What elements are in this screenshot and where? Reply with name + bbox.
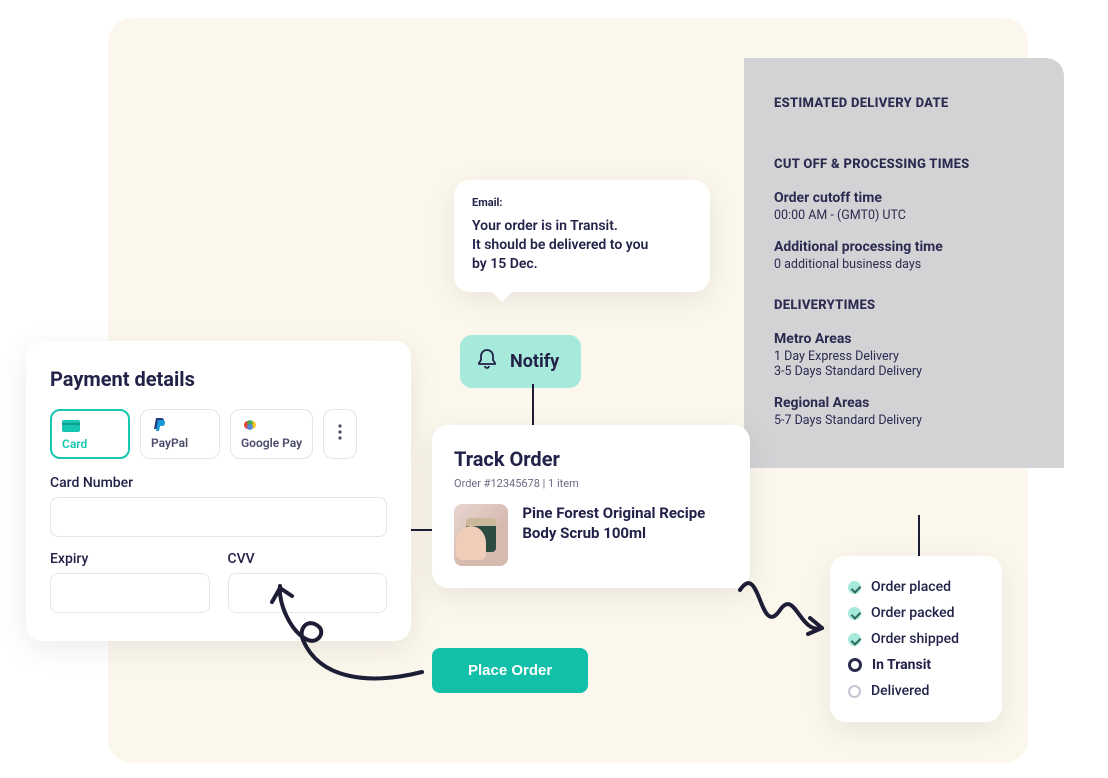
expiry-input[interactable] xyxy=(50,573,210,613)
status-item-placed: Order placed xyxy=(848,574,984,600)
email-line3: by 15 Dec. xyxy=(472,256,538,272)
track-order-meta: Order #12345678 | 1 item xyxy=(454,477,728,490)
card-icon xyxy=(62,419,80,433)
status-label: Order packed xyxy=(871,605,955,621)
status-dot-icon xyxy=(848,685,861,698)
email-label: Email: xyxy=(472,196,692,209)
expiry-label: Expiry xyxy=(50,551,210,567)
notify-label: Notify xyxy=(510,351,559,372)
track-order-card: Track Order Order #12345678 | 1 item Pin… xyxy=(432,425,750,588)
more-icon xyxy=(338,424,342,444)
status-item-delivered: Delivered xyxy=(848,678,984,704)
cutoff-label: Order cutoff time xyxy=(774,190,1034,206)
product-thumbnail xyxy=(454,504,508,566)
metro-line1: 1 Day Express Delivery xyxy=(774,349,1034,364)
track-title: Track Order xyxy=(454,447,728,471)
product-name: Pine Forest Original Recipe Body Scrub 1… xyxy=(522,504,728,543)
order-status-card: Order placed Order packed Order shipped … xyxy=(830,556,1002,722)
status-item-transit: In Transit xyxy=(848,652,984,678)
paypal-icon xyxy=(151,418,169,432)
place-order-button[interactable]: Place Order xyxy=(432,648,588,693)
cutoff-value: 00:00 AM - (GMT0) UTC xyxy=(774,208,1034,223)
email-line1: Your order is in Transit. xyxy=(472,218,618,234)
payment-details-card: Payment details Card PayPal Google Pay C… xyxy=(26,341,411,641)
cvv-input[interactable] xyxy=(228,573,388,613)
delivery-heading: ESTIMATED DELIVERY DATE xyxy=(774,96,1034,111)
pay-method-paypal[interactable]: PayPal xyxy=(140,409,220,459)
pay-method-paypal-label: PayPal xyxy=(151,436,188,450)
status-label: Order shipped xyxy=(871,631,959,647)
email-notification-tooltip: Email: Your order is in Transit. It shou… xyxy=(454,180,710,292)
connector-line xyxy=(532,384,534,426)
status-dot-icon xyxy=(848,607,861,620)
status-item-shipped: Order shipped xyxy=(848,626,984,652)
pay-method-google-label: Google Pay xyxy=(241,436,302,450)
pay-method-card[interactable]: Card xyxy=(50,409,130,459)
status-dot-icon xyxy=(848,581,861,594)
regional-label: Regional Areas xyxy=(774,395,1034,411)
payment-methods-row: Card PayPal Google Pay xyxy=(50,409,387,459)
processing-label: Additional processing time xyxy=(774,239,1034,255)
connector-line xyxy=(918,515,920,557)
notify-pill[interactable]: Notify xyxy=(460,335,581,388)
email-line2: It should be delivered to you xyxy=(472,237,648,253)
status-dot-icon xyxy=(848,658,862,672)
status-label: Delivered xyxy=(871,683,929,699)
pay-method-card-label: Card xyxy=(62,437,87,451)
cvv-label: CVV xyxy=(228,551,388,567)
metro-line2: 3-5 Days Standard Delivery xyxy=(774,364,1034,379)
status-label: Order placed xyxy=(871,579,951,595)
status-list: Order placed Order packed Order shipped … xyxy=(848,574,984,704)
deliverytimes-heading: DELIVERYTIMES xyxy=(774,298,1034,313)
metro-label: Metro Areas xyxy=(774,331,1034,347)
email-body: Your order is in Transit. It should be d… xyxy=(472,217,692,274)
status-dot-icon xyxy=(848,633,861,646)
pay-method-more[interactable] xyxy=(323,409,357,459)
payment-title: Payment details xyxy=(50,367,387,391)
googlepay-icon xyxy=(241,418,259,432)
status-label: In Transit xyxy=(872,657,931,673)
cutoff-heading: CUT OFF & PROCESSING TIMES xyxy=(774,157,1034,172)
card-number-input[interactable] xyxy=(50,497,387,537)
pay-method-googlepay[interactable]: Google Pay xyxy=(230,409,313,459)
bell-icon xyxy=(476,347,498,376)
status-item-packed: Order packed xyxy=(848,600,984,626)
track-product-row: Pine Forest Original Recipe Body Scrub 1… xyxy=(454,504,728,566)
processing-value: 0 additional business days xyxy=(774,257,1034,272)
card-number-label: Card Number xyxy=(50,475,387,491)
regional-line1: 5-7 Days Standard Delivery xyxy=(774,413,1034,428)
delivery-info-panel: ESTIMATED DELIVERY DATE CUT OFF & PROCES… xyxy=(744,58,1064,468)
place-order-label: Place Order xyxy=(468,662,552,679)
